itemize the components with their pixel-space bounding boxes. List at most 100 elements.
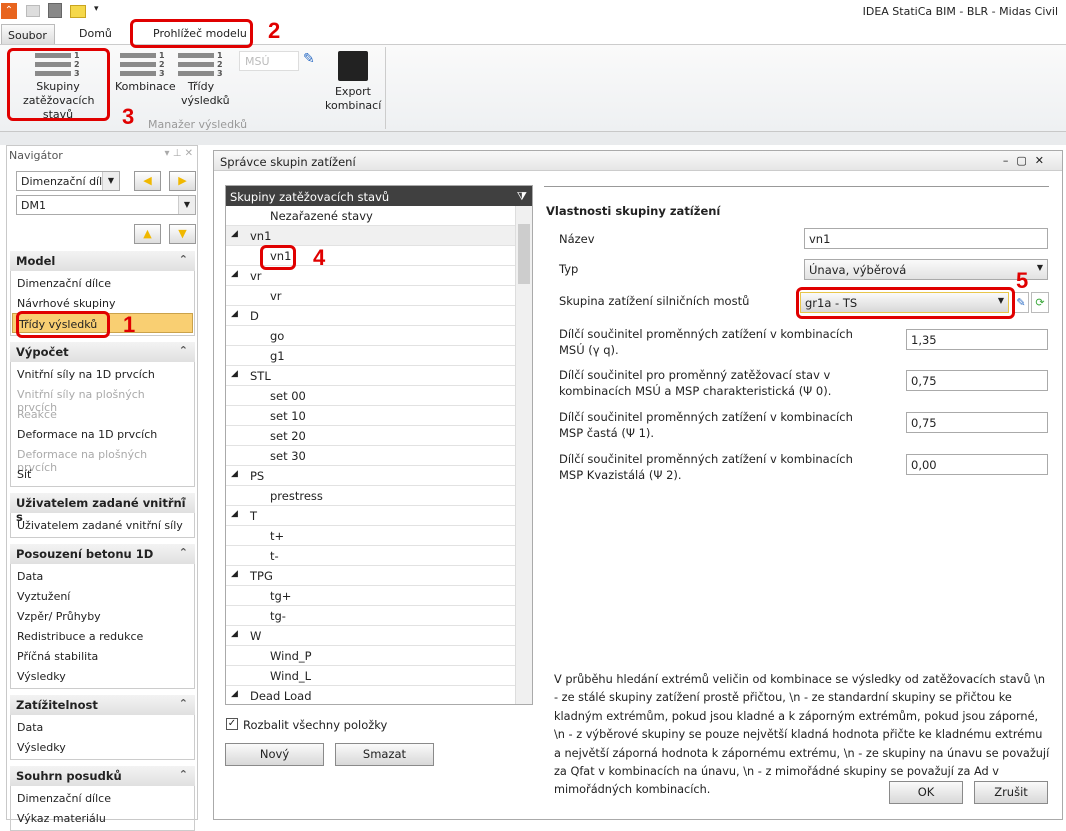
expand-triangle-icon[interactable]: ◢	[231, 269, 238, 279]
expand-triangle-icon[interactable]: ◢	[231, 689, 238, 699]
nav-item[interactable]: Výsledky	[11, 737, 194, 757]
tree-group[interactable]: ◢ PS	[226, 466, 516, 486]
collapse-icon[interactable]: ⌃	[179, 768, 188, 781]
tree-group[interactable]: ◢ vn1	[226, 226, 516, 246]
nav-item[interactable]: Dimenzační dílce	[11, 788, 194, 808]
type-select[interactable]: Únava, výběrová ▼	[804, 259, 1048, 280]
tree-item[interactable]: t+	[226, 526, 516, 546]
tree-item[interactable]: tg+	[226, 586, 516, 606]
delete-button[interactable]: Smazat	[335, 743, 434, 766]
props-divider	[544, 186, 1049, 187]
navigator-window-controls[interactable]: ▾ ⊥ ✕	[165, 148, 193, 159]
expand-triangle-icon[interactable]: ◢	[231, 629, 238, 639]
collapse-icon[interactable]: ⌃	[179, 495, 188, 508]
tree-item[interactable]: Wind_L	[226, 666, 516, 686]
combinations-button[interactable]: 123 Kombinace	[115, 45, 176, 94]
tree-item[interactable]: Nezařazené stavy	[226, 206, 516, 226]
nav-item[interactable]: Uživatelem zadané vnitřní síly	[11, 515, 194, 535]
window-controls[interactable]: –▢✕	[1003, 154, 1052, 167]
nav-item[interactable]: Deformace na plošných prvcích	[11, 444, 194, 474]
tree-item[interactable]: t-	[226, 546, 516, 566]
nav-item[interactable]: Data	[11, 566, 194, 586]
next-button[interactable]: ▶	[169, 171, 196, 191]
tree-group[interactable]: ◢ W	[226, 626, 516, 646]
nav-item[interactable]: Vnitřní síly na 1D prvcích	[11, 364, 194, 384]
member-select[interactable]: DM1 ▼	[16, 195, 196, 215]
tab-soubor[interactable]: Soubor	[1, 24, 55, 45]
factor-psi1-input[interactable]: 0,75	[906, 412, 1048, 433]
factor-psi2-input[interactable]: 0,00	[906, 454, 1048, 475]
nav-item[interactable]: Redistribuce a redukce	[11, 626, 194, 646]
app-logo-icon[interactable]: ⌃	[1, 3, 17, 19]
open-folder-icon[interactable]	[70, 5, 86, 18]
member-type-select[interactable]: Dimenzační dílec ▼	[16, 171, 120, 191]
collapse-icon[interactable]: ⌃	[179, 253, 188, 266]
nav-section-header[interactable]: Souhrn posudků ⌃	[10, 766, 195, 786]
nav-section-header[interactable]: Uživatelem zadané vnitřní s ⌃	[10, 493, 195, 524]
tree-scrollbar[interactable]	[515, 206, 532, 704]
edit-pencil-icon[interactable]: ✎	[1013, 292, 1029, 313]
tab-domu[interactable]: Domů	[79, 27, 112, 40]
tree-item[interactable]: set 30	[226, 446, 516, 466]
result-classes-button[interactable]: 123 Třídy výsledků	[176, 45, 230, 108]
tree-item[interactable]: g1	[226, 346, 516, 366]
nav-section-header[interactable]: Model ⌃	[10, 251, 195, 271]
factor-gamma-q-input[interactable]: 1,35	[906, 329, 1048, 350]
tree-group[interactable]: ◢ STL	[226, 366, 516, 386]
annotation-box-4	[260, 245, 296, 270]
expand-all-checkbox[interactable]: ✓	[226, 718, 238, 730]
expand-triangle-icon[interactable]: ◢	[231, 309, 238, 319]
name-input[interactable]: vn1	[804, 228, 1048, 249]
tree-item[interactable]: Wind_P	[226, 646, 516, 666]
refresh-icon[interactable]: ⟳	[1031, 292, 1049, 313]
expand-triangle-icon[interactable]: ◢	[231, 369, 238, 379]
expand-triangle-icon[interactable]: ◢	[231, 509, 238, 519]
filter-icon[interactable]: ⧩	[517, 189, 527, 204]
expand-triangle-icon[interactable]: ◢	[231, 469, 238, 479]
save-export-icon	[338, 51, 368, 81]
tree-item[interactable]: tg-	[226, 606, 516, 626]
tree-item[interactable]: set 00	[226, 386, 516, 406]
new-button[interactable]: Nový	[225, 743, 324, 766]
collapse-icon[interactable]: ⌃	[179, 344, 188, 357]
edit-pencil-icon[interactable]: ✎	[303, 51, 315, 67]
factor-psi0-input[interactable]: 0,75	[906, 370, 1048, 391]
cancel-button[interactable]: Zrušit	[974, 781, 1048, 804]
nav-item[interactable]: Návrhové skupiny	[11, 293, 194, 313]
tree-group[interactable]: ◢ D	[226, 306, 516, 326]
nav-section-header[interactable]: Posouzení betonu 1D ⌃	[10, 544, 195, 564]
nav-item[interactable]: Deformace na 1D prvcích	[11, 424, 194, 444]
collapse-icon[interactable]: ⌃	[179, 546, 188, 559]
tree-group[interactable]: ◢ T	[226, 506, 516, 526]
nav-item[interactable]: Vnitřní síly na plošných prvcích	[11, 384, 194, 414]
tree-item[interactable]: go	[226, 326, 516, 346]
tree-item[interactable]: prestress	[226, 486, 516, 506]
nav-item[interactable]: Data	[11, 717, 194, 737]
nav-item[interactable]: Výsledky	[11, 666, 194, 686]
export-combinations-button[interactable]: Export kombinací	[325, 51, 381, 113]
tree-item[interactable]: set 10	[226, 406, 516, 426]
nav-section-header[interactable]: Výpočet ⌃	[10, 342, 195, 362]
nav-item[interactable]: Příčná stabilita	[11, 646, 194, 666]
nav-item[interactable]: Vzpěr/ Průhyby	[11, 606, 194, 626]
expand-triangle-icon[interactable]: ◢	[231, 229, 238, 239]
tree-item[interactable]: set 20	[226, 426, 516, 446]
customize-qat-icon[interactable]: ▾	[94, 4, 99, 14]
save-icon[interactable]	[48, 3, 62, 18]
nav-item[interactable]: Výkaz materiálu	[11, 808, 194, 828]
chevron-down-icon: ▼	[1036, 263, 1043, 272]
collapse-icon[interactable]: ⌃	[179, 697, 188, 710]
ok-button[interactable]: OK	[889, 781, 963, 804]
nav-item[interactable]: Dimenzační dílce	[11, 273, 194, 293]
expand-triangle-icon[interactable]: ◢	[231, 569, 238, 579]
tree-group[interactable]: ◢ TPG	[226, 566, 516, 586]
nav-section-header[interactable]: Zatížitelnost ⌃	[10, 695, 195, 715]
move-down-button[interactable]: ▼	[169, 224, 196, 244]
nav-item[interactable]: Vyztužení	[11, 586, 194, 606]
move-up-button[interactable]: ▲	[134, 224, 161, 244]
open-icon[interactable]	[26, 5, 40, 17]
tree-group[interactable]: ◢ Dead Load	[226, 686, 516, 704]
previous-button[interactable]: ◀	[134, 171, 161, 191]
tree-item[interactable]: vr	[226, 286, 516, 306]
msu-input[interactable]: MSÚ	[239, 51, 299, 71]
